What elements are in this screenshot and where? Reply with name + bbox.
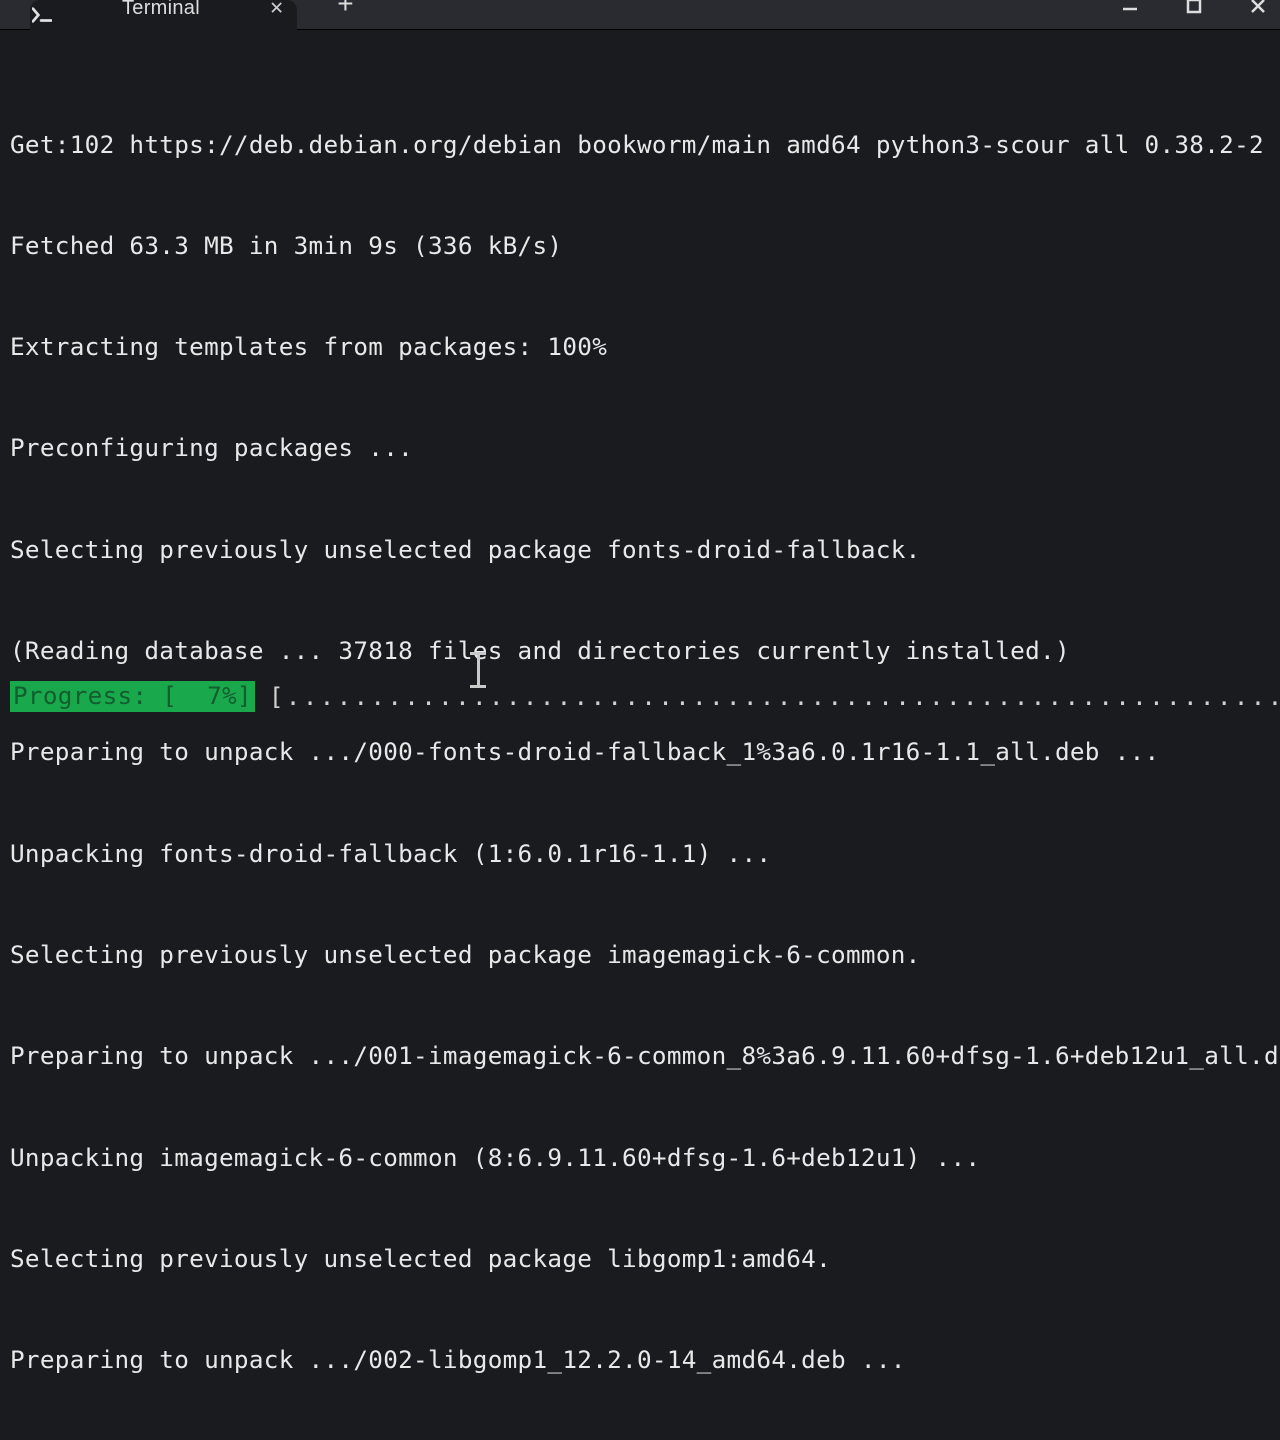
progress-label: Progress: [ 7%] [10, 681, 255, 712]
output-line: Extracting templates from packages: 100% [10, 330, 1270, 364]
output-line: Selecting previously unselected package … [10, 1242, 1270, 1276]
close-tab-icon[interactable]: ✕ [270, 0, 283, 20]
output-line: Preparing to unpack .../000-fonts-droid-… [10, 735, 1270, 769]
close-window-button[interactable] [1246, 0, 1270, 18]
output-line: Selecting previously unselected package … [10, 938, 1270, 972]
window-controls [1118, 0, 1270, 18]
output-line: Preparing to unpack .../001-imagemagick-… [10, 1039, 1270, 1073]
output-line: Fetched 63.3 MB in 3min 9s (336 kB/s) [10, 229, 1270, 263]
titlebar: Terminal ✕ + [0, 0, 1280, 30]
tab-terminal[interactable]: Terminal ✕ [30, 0, 297, 30]
output-line: Get:102 https://deb.debian.org/debian bo… [10, 128, 1270, 162]
output-line: Selecting previously unselected package … [10, 533, 1270, 567]
output-line: Preparing to unpack .../002-libgomp1_12.… [10, 1343, 1270, 1377]
output-line: Unpacking fonts-droid-fallback (1:6.0.1r… [10, 837, 1270, 871]
new-tab-button[interactable]: + [337, 0, 353, 20]
terminal-output[interactable]: Get:102 https://deb.debian.org/debian bo… [0, 30, 1280, 1440]
output-line: Unpacking imagemagick-6-common (8:6.9.11… [10, 1141, 1270, 1175]
progress-bar: [.......................................… [269, 682, 1280, 711]
terminal-icon [32, 5, 52, 25]
tab-title: Terminal [122, 0, 200, 20]
output-line: Preconfiguring packages ... [10, 431, 1270, 465]
minimize-button[interactable] [1118, 0, 1142, 18]
progress-row: Progress: [ 7%] [.......................… [10, 681, 1270, 712]
maximize-button[interactable] [1182, 0, 1206, 18]
output-line: (Reading database ... 37818 files and di… [10, 634, 1270, 668]
